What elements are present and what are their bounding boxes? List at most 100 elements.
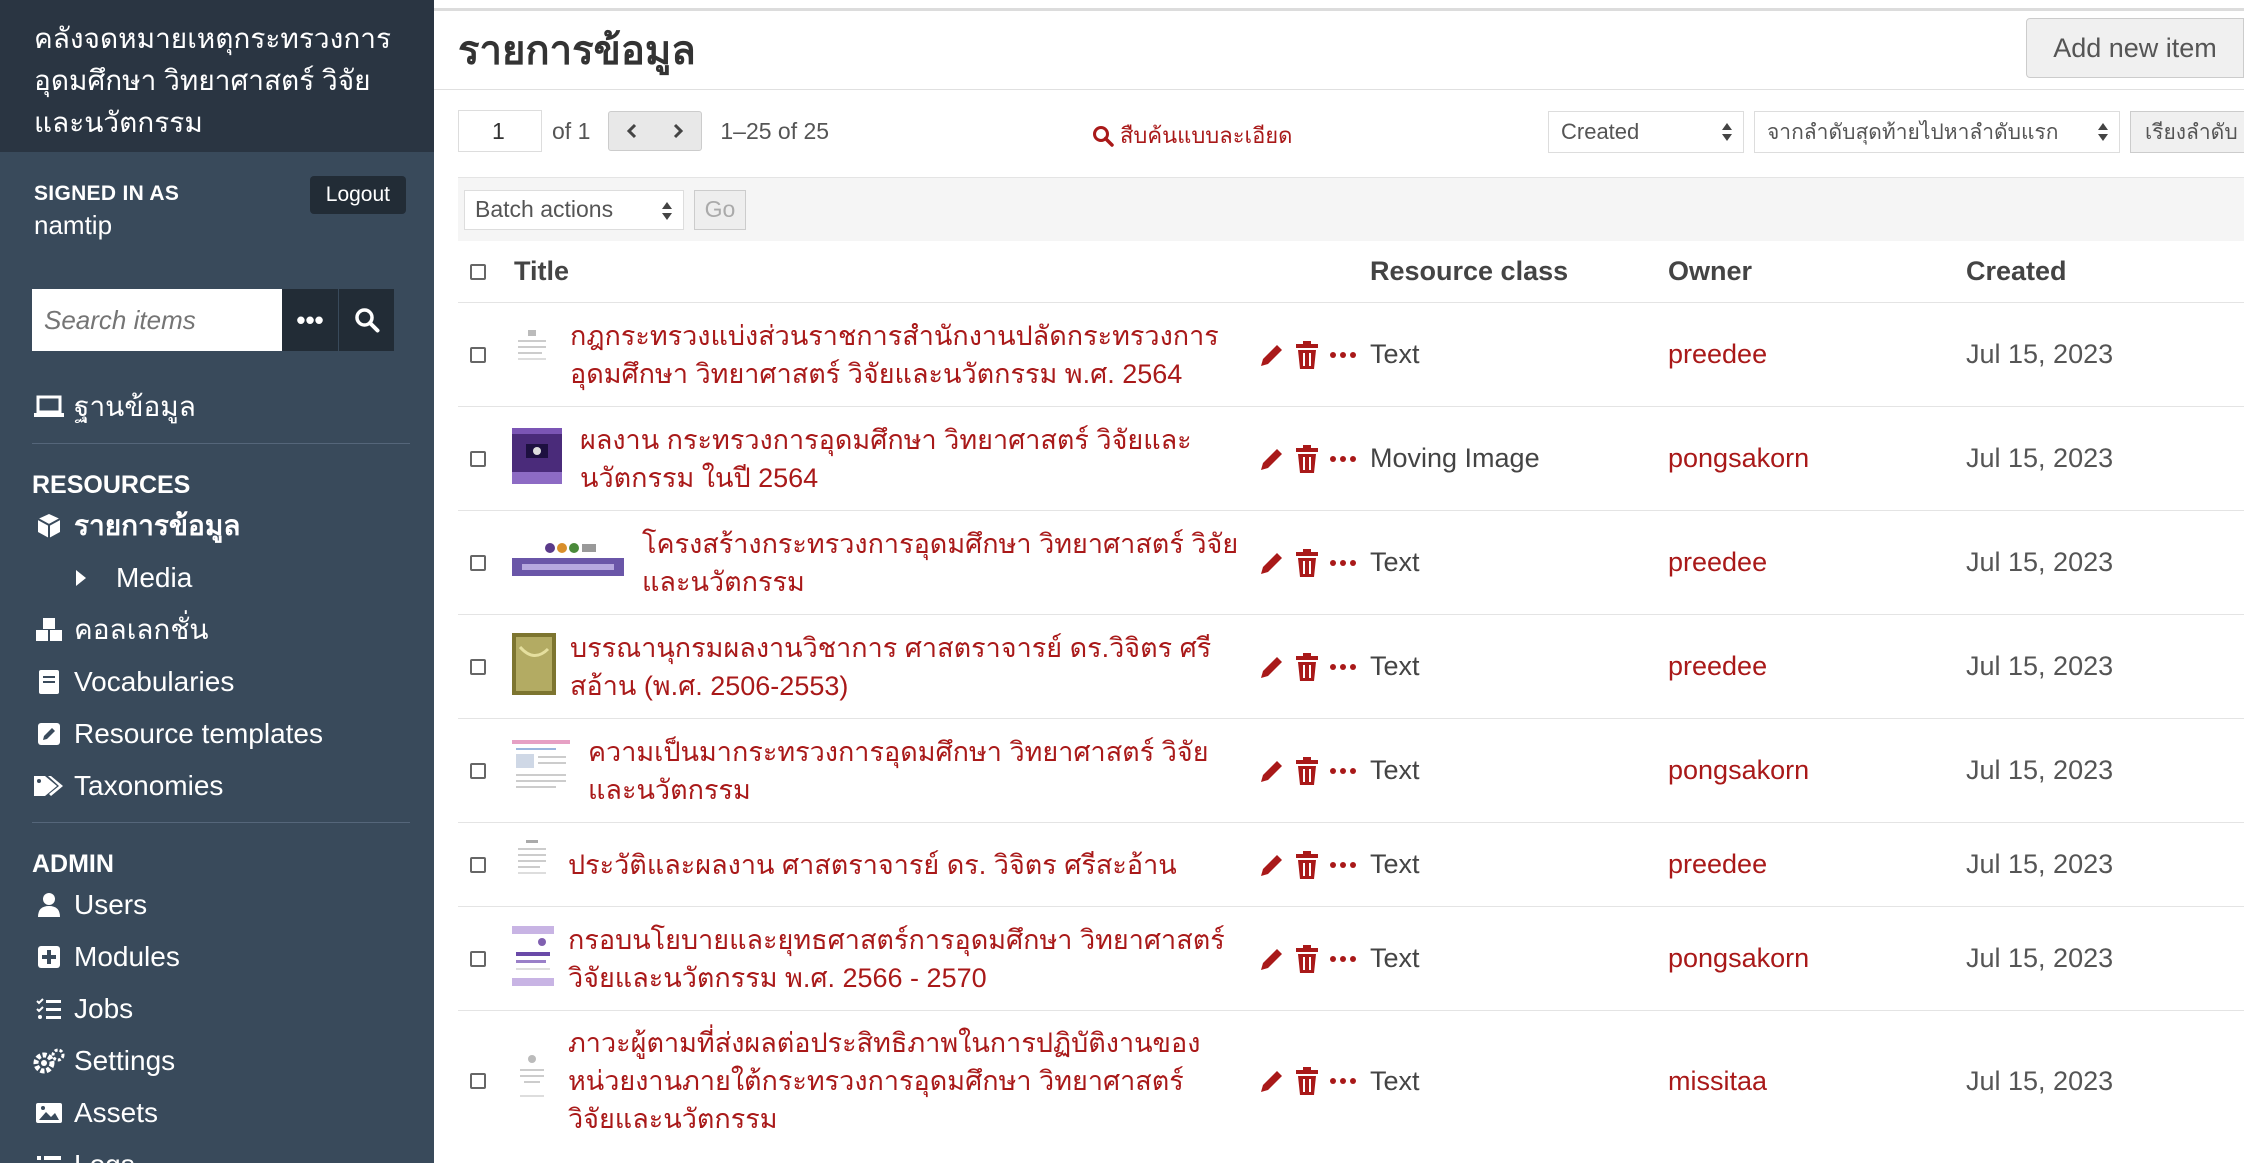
resource-class: Text — [1370, 547, 1420, 577]
sort-by-select[interactable]: Created — [1548, 111, 1744, 153]
sort-button[interactable]: เรียงลำดับ — [2130, 111, 2244, 153]
pencil-icon[interactable] — [1258, 549, 1286, 577]
column-header-resource-class: Resource class — [1370, 256, 1569, 286]
pencil-icon[interactable] — [1258, 757, 1286, 785]
table-row: ภาวะผู้ตามที่ส่งผลต่อประสิทธิภาพในการปฏิ… — [458, 1011, 2244, 1151]
trash-icon[interactable] — [1294, 944, 1320, 974]
item-thumbnail[interactable] — [512, 540, 624, 585]
item-thumbnail[interactable] — [512, 633, 568, 700]
sidebar-item-assets[interactable]: Assets — [32, 1087, 410, 1139]
row-checkbox[interactable] — [470, 658, 486, 675]
item-title-link[interactable]: กรอบนโยบายและยุทธศาสตร์การอุดมศึกษา วิทย… — [568, 921, 1225, 997]
trash-icon[interactable] — [1294, 652, 1320, 682]
owner-link[interactable]: pongsakorn — [1668, 755, 1809, 786]
sidebar-item-taxonomies[interactable]: Taxonomies — [32, 760, 410, 812]
trash-icon[interactable] — [1294, 444, 1320, 474]
item-thumbnail[interactable] — [512, 926, 568, 991]
sidebar-item-media[interactable]: Media — [32, 552, 410, 604]
resource-class: Text — [1370, 755, 1420, 785]
more-options-icon[interactable] — [1328, 558, 1358, 568]
trash-icon[interactable] — [1294, 756, 1320, 786]
item-title-link[interactable]: บรรณานุกรมผลงานวิชาการ ศาสตราจารย์ ดร.วิ… — [570, 629, 1211, 705]
search-options-button[interactable]: ••• — [282, 289, 338, 351]
sidebar-item-database[interactable]: ฐานข้อมูล — [32, 381, 410, 433]
pencil-icon[interactable] — [1258, 653, 1286, 681]
result-range: 1–25 of 25 — [720, 117, 830, 144]
more-options-icon[interactable] — [1328, 860, 1358, 870]
page-number-input[interactable]: 1 — [458, 110, 542, 152]
item-thumbnail[interactable] — [512, 836, 568, 893]
resource-class: Text — [1370, 339, 1420, 369]
item-thumbnail[interactable] — [512, 1050, 568, 1112]
item-title-link[interactable]: ภาวะผู้ตามที่ส่งผลต่อประสิทธิภาพในการปฏิ… — [568, 1024, 1200, 1138]
previous-page-button[interactable] — [609, 112, 655, 150]
item-title-link[interactable]: ประวัติและผลงาน ศาสตราจารย์ ดร. วิจิตร ศ… — [568, 846, 1177, 884]
plus-square-icon — [32, 945, 66, 969]
pencil-icon[interactable] — [1258, 1067, 1286, 1095]
site-title[interactable]: คลังจดหมายเหตุกระทรวงการอุดมศึกษา วิทยาศ… — [0, 0, 434, 152]
pencil-icon[interactable] — [1258, 341, 1286, 369]
go-button[interactable]: Go — [694, 189, 746, 230]
owner-link[interactable]: pongsakorn — [1668, 943, 1809, 974]
chevron-left-icon — [627, 123, 637, 139]
cube-icon — [32, 513, 66, 539]
select-all-checkbox[interactable] — [470, 263, 486, 280]
trash-icon[interactable] — [1294, 1066, 1320, 1096]
item-title-link[interactable]: โครงสร้างกระทรวงการอุดมศึกษา วิทยาศาสตร์… — [642, 525, 1238, 601]
trash-icon[interactable] — [1294, 850, 1320, 880]
trash-icon[interactable] — [1294, 548, 1320, 578]
item-title-link[interactable]: กฎกระทรวงแบ่งส่วนราชการสำนักงานปลัดกระทร… — [570, 317, 1219, 393]
item-title-link[interactable]: ผลงาน กระทรวงการอุดมศึกษา วิทยาศาสตร์ วิ… — [580, 421, 1192, 497]
item-thumbnail[interactable] — [512, 736, 570, 805]
batch-actions-value: Batch actions — [475, 196, 614, 222]
more-options-icon[interactable] — [1328, 350, 1358, 360]
search-submit-button[interactable] — [338, 289, 394, 351]
sidebar-item-logs[interactable]: Logs — [32, 1139, 410, 1163]
trash-icon[interactable] — [1294, 340, 1320, 370]
owner-link[interactable]: preedee — [1668, 849, 1767, 880]
row-checkbox[interactable] — [470, 346, 486, 363]
more-options-icon[interactable] — [1328, 766, 1358, 776]
owner-link[interactable]: pongsakorn — [1668, 443, 1809, 474]
search-input[interactable] — [32, 289, 282, 351]
row-checkbox[interactable] — [470, 1073, 486, 1089]
sidebar-item-resource-templates[interactable]: Resource templates — [32, 708, 410, 760]
sidebar-item-collections[interactable]: คอลเลกชั่น — [32, 604, 410, 656]
logout-button[interactable]: Logout — [309, 176, 406, 214]
row-checkbox[interactable] — [470, 856, 486, 873]
item-thumbnail[interactable] — [512, 326, 568, 383]
sidebar-item-label: Assets — [74, 1097, 159, 1128]
sidebar-item-settings[interactable]: Settings — [32, 1035, 410, 1087]
row-checkbox[interactable] — [470, 450, 486, 467]
table-row: บรรณานุกรมผลงานวิชาการ ศาสตราจารย์ ดร.วิ… — [458, 615, 2244, 719]
sidebar-item-modules[interactable]: Modules — [32, 931, 410, 983]
next-page-button[interactable] — [655, 112, 701, 150]
owner-link[interactable]: preedee — [1668, 547, 1767, 578]
row-checkbox[interactable] — [470, 950, 486, 967]
sidebar-item-vocabularies[interactable]: Vocabularies — [32, 656, 410, 708]
item-title-link[interactable]: ความเป็นมากระทรวงการอุดมศึกษา วิทยาศาสตร… — [588, 733, 1209, 809]
sidebar-item-jobs[interactable]: Jobs — [32, 983, 410, 1035]
more-options-icon[interactable] — [1328, 454, 1358, 464]
owner-link[interactable]: missitaa — [1668, 1066, 1767, 1097]
more-options-icon[interactable] — [1328, 1076, 1358, 1086]
owner-link[interactable]: preedee — [1668, 339, 1767, 370]
more-options-icon[interactable] — [1328, 662, 1358, 672]
batch-actions-select[interactable]: Batch actions — [464, 189, 684, 230]
sidebar-item-items[interactable]: รายการข้อมูล — [32, 500, 410, 552]
advanced-search-link[interactable]: สืบค้นแบบละเอียด — [1092, 118, 1292, 153]
item-thumbnail[interactable] — [512, 424, 568, 493]
sort-order-select[interactable]: จากลำดับสุดท้ายไปหาลำดับแรก — [1754, 111, 2120, 153]
more-options-icon[interactable] — [1328, 954, 1358, 964]
pencil-icon[interactable] — [1258, 945, 1286, 973]
created-date: Jul 15, 2023 — [1966, 651, 2114, 681]
column-header-title[interactable]: Title — [514, 256, 569, 287]
row-checkbox[interactable] — [470, 762, 486, 779]
sidebar-item-users[interactable]: Users — [32, 879, 410, 931]
add-new-item-button[interactable]: Add new item — [2026, 18, 2244, 78]
pencil-icon[interactable] — [1258, 851, 1286, 879]
owner-link[interactable]: preedee — [1668, 651, 1767, 682]
username[interactable]: namtip — [34, 210, 400, 241]
pencil-icon[interactable] — [1258, 445, 1286, 473]
row-checkbox[interactable] — [470, 554, 486, 571]
